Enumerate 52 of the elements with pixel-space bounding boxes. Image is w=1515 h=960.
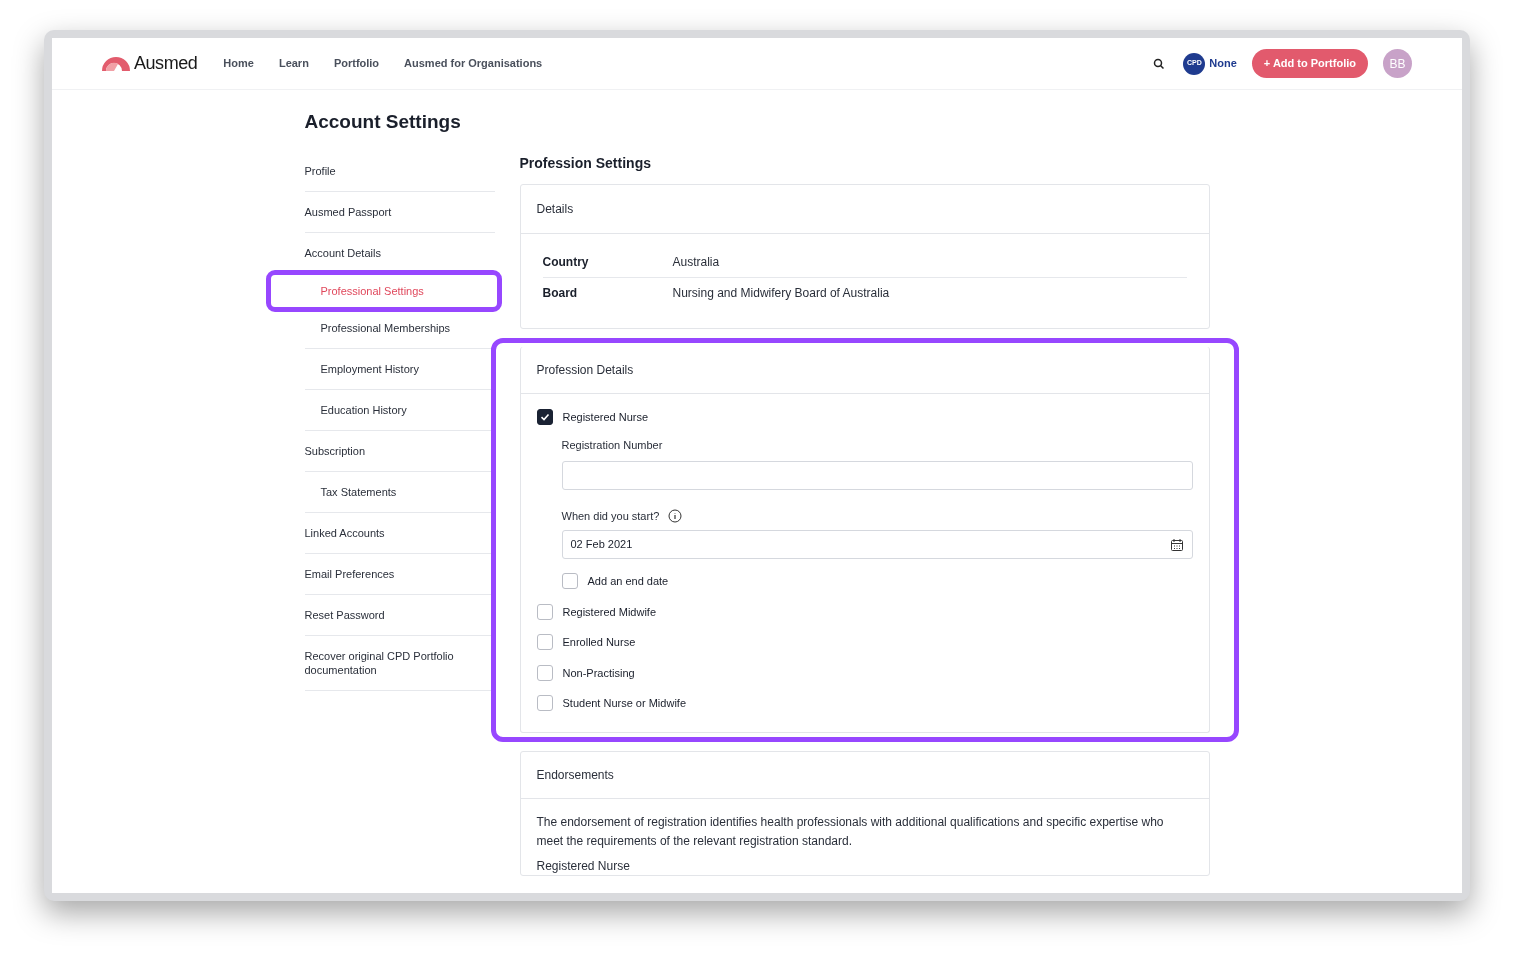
logo-icon	[102, 56, 130, 71]
checkbox[interactable]	[536, 695, 553, 712]
add-to-portfolio-button[interactable]: + Add to Portfolio	[1251, 49, 1368, 78]
sidebar-link[interactable]: Subscription	[304, 443, 495, 458]
checkbox[interactable]	[561, 573, 578, 590]
card-title: Profession Details	[520, 346, 1209, 394]
section-title: Profession Settings	[519, 153, 652, 173]
sidebar-link[interactable]: Email Preferences	[304, 566, 495, 581]
checkbox[interactable]	[536, 634, 553, 651]
search-icon[interactable]	[1153, 57, 1166, 70]
checkbox[interactable]	[536, 408, 553, 425]
sidebar-link[interactable]: Professional Settings	[304, 283, 489, 298]
checkbox-label: Enrolled Nurse	[562, 635, 636, 650]
field-label: Registration Number	[561, 438, 664, 453]
card-title: Endorsements	[520, 751, 1209, 799]
checkbox-label: Add an end date	[587, 574, 669, 589]
calendar-icon[interactable]	[1169, 537, 1184, 552]
detail-value: Australia	[672, 253, 720, 271]
detail-label: Board	[542, 284, 579, 302]
detail-label: Country	[542, 253, 590, 271]
check-icon	[539, 411, 550, 422]
sidebar-link[interactable]: Profile	[304, 163, 495, 178]
checkbox-label: Registered Nurse	[562, 409, 649, 425]
sidebar-link[interactable]: Ausmed Passport	[304, 204, 495, 219]
info-icon[interactable]	[668, 508, 683, 523]
nav-link[interactable]: Portfolio	[333, 55, 380, 72]
checkbox-label: Non-Practising	[562, 665, 635, 681]
detail-value: Nursing and Midwifery Board of Australia	[672, 284, 890, 302]
sidebar-link[interactable]: Employment History	[304, 361, 495, 376]
field-label: When did you start?	[561, 508, 660, 524]
endorsement-description: The endorsement of registration identifies health professionals with additional qualifications and specific expertise who meet the requirements of the relevant registration standard.	[536, 813, 1165, 850]
sidebar-link[interactable]: Recover original CPD Portfolio documentation	[304, 648, 495, 677]
nav-link[interactable]: Learn	[278, 55, 309, 72]
logo-text: Ausmed	[134, 52, 198, 75]
registration-number-field[interactable]	[561, 460, 1193, 490]
sidebar-link[interactable]: Education History	[304, 402, 495, 417]
checkbox[interactable]	[536, 664, 553, 681]
sidebar-link[interactable]: Tax Statements	[304, 484, 495, 499]
checkbox[interactable]	[536, 603, 553, 620]
subheading: Registered Nurse	[536, 857, 631, 875]
page-title: Account Settings	[304, 110, 462, 134]
sidebar-link[interactable]: Professional Memberships	[304, 320, 495, 335]
cpd-status: None	[1209, 56, 1237, 72]
nav-link[interactable]: Home	[223, 55, 254, 72]
start-date-field[interactable]: 02 Feb 2021	[561, 530, 1193, 559]
checkbox-label: Student Nurse or Midwife	[562, 696, 686, 711]
card-title: Details	[520, 184, 1209, 234]
nav-link[interactable]: Ausmed for Organisations	[404, 55, 543, 72]
checkbox-label: Registered Midwife	[562, 604, 657, 620]
sidebar-link[interactable]: Account Details	[304, 245, 495, 260]
sidebar-link[interactable]: Linked Accounts	[304, 525, 495, 540]
sidebar-link[interactable]: Reset Password	[304, 607, 495, 622]
